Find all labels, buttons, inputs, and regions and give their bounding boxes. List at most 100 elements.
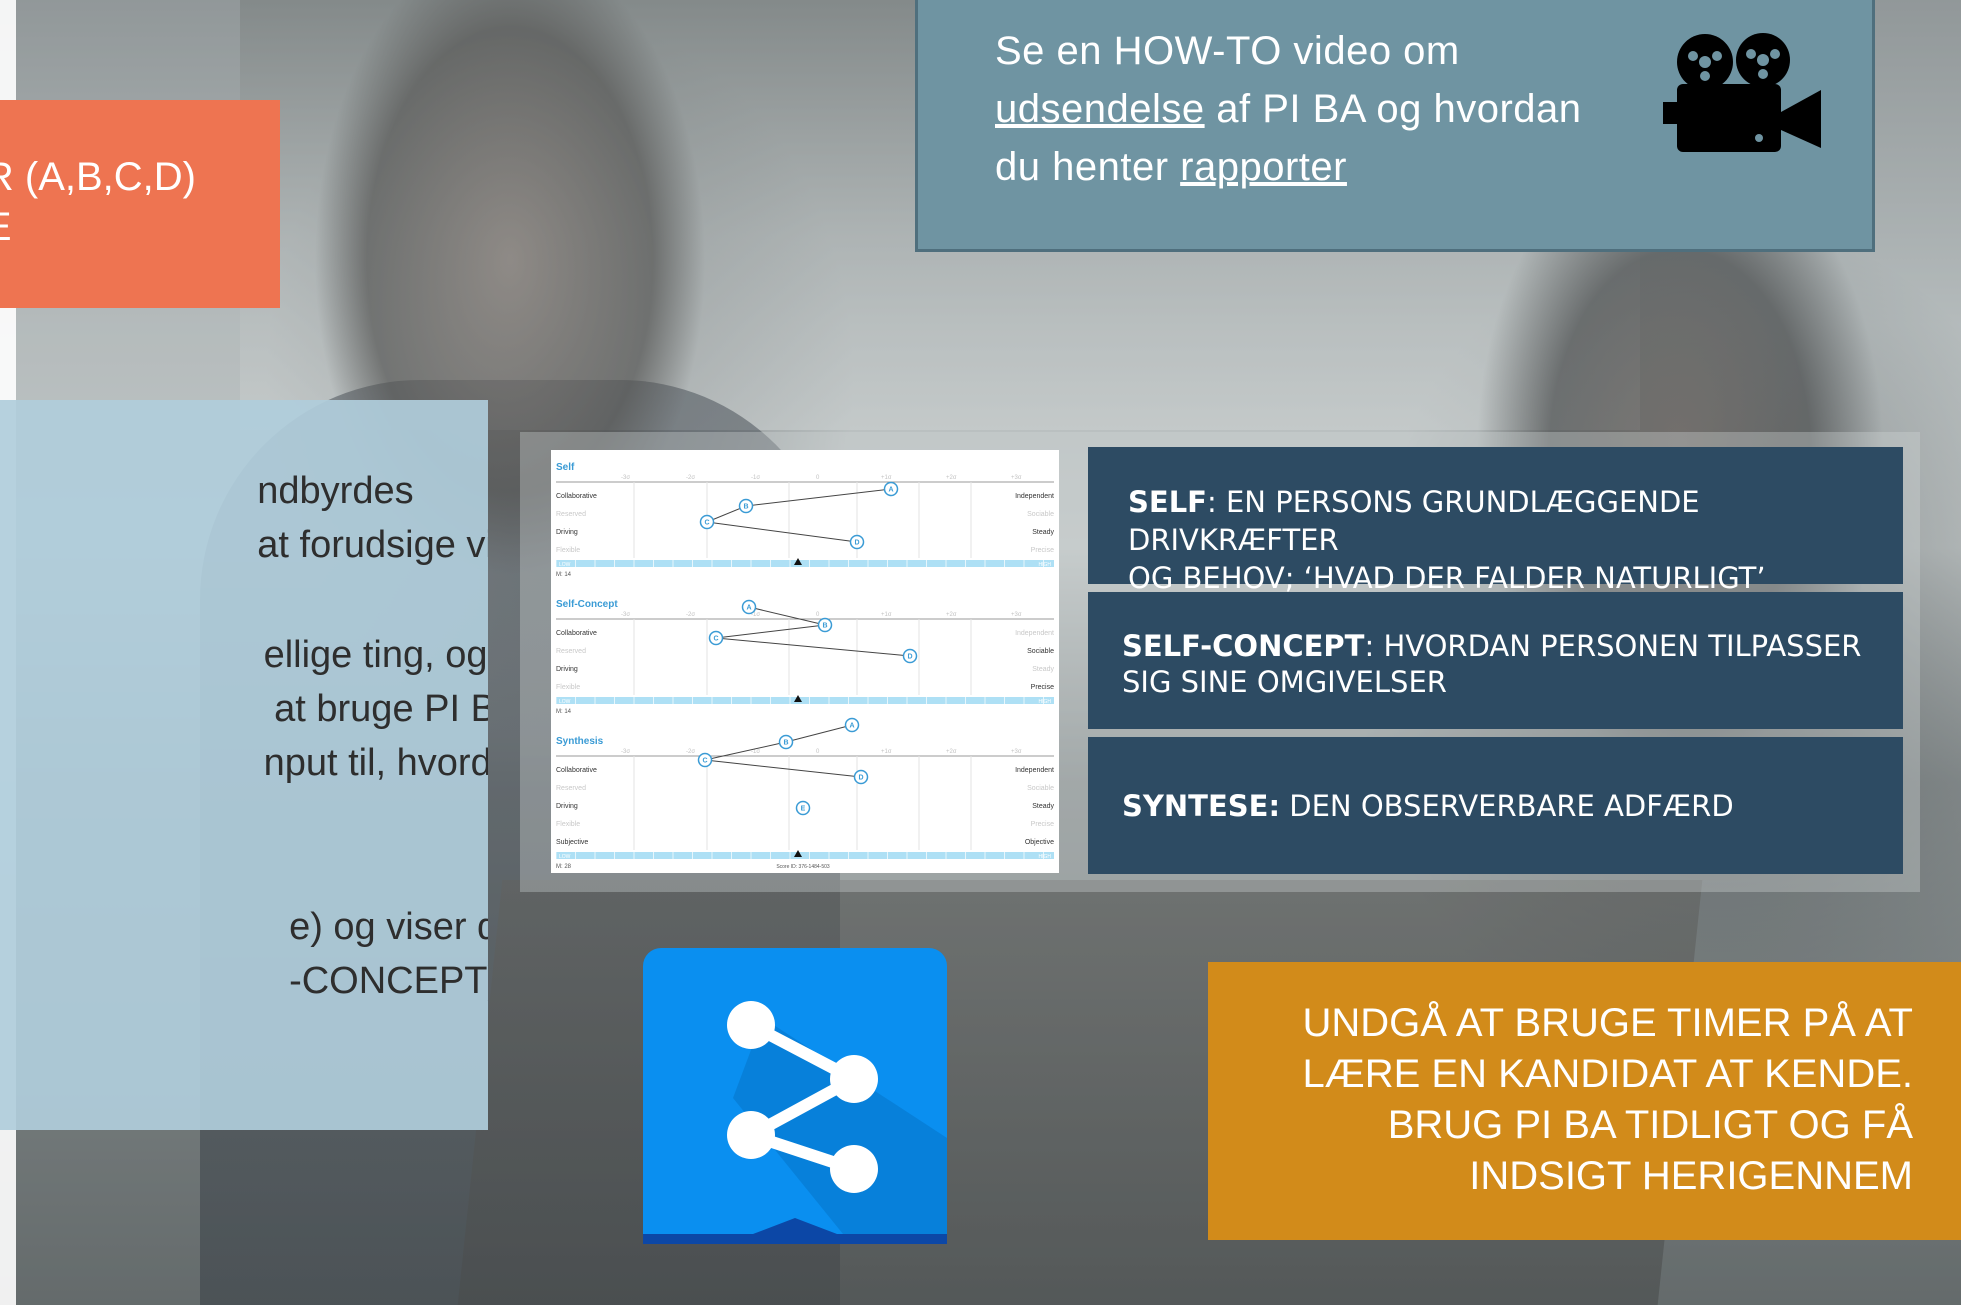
report-point-label: C: [704, 520, 709, 527]
gold-callout-line: INDSIGT HERIGENNEM: [1469, 1154, 1913, 1198]
report-left-trait: Reserved: [556, 511, 586, 518]
report-axis-tick: +1σ: [881, 612, 892, 618]
share-icon[interactable]: [643, 948, 947, 1244]
rapporter-link[interactable]: rapporter: [1180, 145, 1347, 189]
report-point-label: C: [702, 758, 707, 765]
report-point-label: B: [783, 740, 788, 747]
report-right-trait: Precise: [1031, 821, 1054, 828]
report-point-label: E: [801, 806, 806, 813]
report-connector-line: [748, 606, 826, 626]
info-line: at bruge PI BA: [274, 688, 488, 730]
report-axis-tick: -3σ: [621, 749, 630, 755]
definition-synthesis-text: SYNTESE: DEN OBSERVERBARE ADFÆRD: [1122, 789, 1734, 823]
pi-ba-report-image: Self -3σ -2σ -1σ 0 +1σ +2σ +3σ Collaborative Rese…: [551, 450, 1059, 873]
report-right-trait: Objective: [1025, 839, 1054, 846]
report-axis-tick: -3σ: [621, 612, 630, 618]
gold-callout: UNDGÅ AT BRUGE TIMER PÅ AT LÆRE EN KANDI…: [1208, 962, 1961, 1240]
info-paragraph-1: ndbyrdes at forudsige visse: [257, 464, 488, 572]
definition-self-term: SELF: [1128, 485, 1207, 519]
info-line: e) og viser den: [289, 906, 488, 948]
report-left-trait: Reserved: [556, 785, 586, 792]
report-axis-tick: 0: [816, 475, 820, 481]
video-line-3: du henter rapporter: [995, 138, 1582, 196]
report-scale-low: LOW: [559, 562, 571, 568]
report-axis-tick: +3σ: [1011, 749, 1022, 755]
definition-synthesis-desc: DEN OBSERVERBARE ADFÆRD: [1280, 789, 1734, 823]
report-axis-tick: -1σ: [751, 475, 760, 481]
report-connector-line: [715, 624, 826, 639]
report-left-trait: Driving: [556, 529, 578, 536]
report-axis-tick: +3σ: [1011, 475, 1022, 481]
report-scale-low: LOW: [559, 699, 571, 705]
report-axis-tick: -2σ: [686, 475, 695, 481]
video-line-2: udsendelse af PI BA og hvordan: [995, 80, 1582, 138]
report-right-trait: Independent: [1015, 493, 1054, 500]
report-left-trait: Flexible: [556, 821, 580, 828]
report-right-trait: Steady: [1032, 529, 1054, 536]
report-axis-tick: +1σ: [881, 475, 892, 481]
report-axis-tick: +2σ: [946, 475, 957, 481]
info-panel: ndbyrdes at forudsige visse ellige ting,…: [0, 400, 488, 1130]
definition-self-text: SELF: EN PERSONS GRUNDLÆGGENDE DRIVKRÆFT…: [1128, 483, 1903, 597]
gold-callout-text: UNDGÅ AT BRUGE TIMER PÅ AT LÆRE EN KANDI…: [1302, 998, 1913, 1202]
report-point-label: A: [746, 605, 751, 612]
report-point-label: B: [743, 504, 748, 511]
movie-camera-icon[interactable]: [1663, 30, 1823, 160]
report-axis-tick: 0: [816, 749, 820, 755]
report-left-trait: Subjective: [556, 839, 588, 846]
report-right-trait: Steady: [1032, 666, 1054, 673]
definition-self: SELF: EN PERSONS GRUNDLÆGGENDE DRIVKRÆFT…: [1088, 447, 1903, 595]
definition-concept-text: SELF-CONCEPT: HVORDAN PERSONEN TILPASSER…: [1122, 628, 1861, 700]
definition-self-line-1: SELF: EN PERSONS GRUNDLÆGGENDE DRIVKRÆFT…: [1128, 483, 1903, 559]
orange-callout-line: E: [0, 202, 196, 252]
report-axis-tick: +3σ: [1011, 612, 1022, 618]
report-scale-high: HIGH: [1039, 562, 1052, 568]
report-left-trait: Driving: [556, 803, 578, 810]
report-connector-line: [715, 637, 911, 657]
info-line: nput til, hvordan: [263, 742, 488, 784]
report-point-label: D: [854, 540, 859, 547]
report-axis-tick: -2σ: [686, 612, 695, 618]
definition-concept-desc-2: SIG SINE OMGIVELSER: [1122, 665, 1447, 699]
report-point-label: D: [907, 654, 912, 661]
info-paragraph-3: e) og viser den -CONCEPT) og: [289, 900, 488, 1008]
report-connector-line: [704, 759, 862, 778]
gold-callout-line: LÆRE EN KANDIDAT AT KENDE.: [1302, 1052, 1913, 1096]
how-to-video-text: Se en HOW-TO video om udsendelse af PI B…: [995, 22, 1582, 196]
report-scale-bar: [556, 852, 1054, 859]
report-axis-tick: -2σ: [686, 749, 695, 755]
report-point-label: C: [713, 636, 718, 643]
report-right-trait: Sociable: [1027, 648, 1054, 655]
udsendelse-link[interactable]: udsendelse: [995, 87, 1205, 131]
report-connector-line: [706, 521, 858, 543]
report-connector-line: [704, 741, 787, 761]
definition-concept-desc-1: : HVORDAN PERSONEN TILPASSER: [1364, 629, 1862, 663]
report-axis-tick: 0: [816, 612, 820, 618]
report-axis-tick: -3σ: [621, 475, 630, 481]
report-left-trait: Flexible: [556, 547, 580, 554]
report-point-label: B: [822, 623, 827, 630]
report-right-trait: Independent: [1015, 630, 1054, 637]
info-paragraph-2: ellige ting, og der at bruge PI BA nput …: [264, 628, 488, 790]
report-left-trait: Collaborative: [556, 767, 597, 774]
report-scale-high: HIGH: [1039, 699, 1052, 705]
video-line-3-start: du henter: [995, 145, 1181, 189]
report-axis-tick: +2σ: [946, 749, 957, 755]
report-left-trait: Driving: [556, 666, 578, 673]
definition-self-desc-1: : EN PERSONS GRUNDLÆGGENDE DRIVKRÆFTER: [1128, 485, 1700, 557]
report-footer-center: Score ID: 376-1484-503: [776, 864, 830, 870]
report-footer-left: M: 14: [556, 572, 572, 578]
report-footer-left: M: 28: [556, 864, 572, 870]
report-scale-low: LOW: [559, 854, 571, 860]
report-point-label: A: [849, 723, 854, 730]
report-axis-tick: +1σ: [881, 749, 892, 755]
report-section-title: Self-Concept: [556, 599, 618, 610]
report-right-trait: Precise: [1031, 547, 1054, 554]
video-line-1: Se en HOW-TO video om: [995, 29, 1460, 73]
info-line: ellige ting, og der: [263, 634, 488, 676]
definition-concept-line-1: SELF-CONCEPT: HVORDAN PERSONEN TILPASSER: [1122, 628, 1861, 664]
gold-callout-line: UNDGÅ AT BRUGE TIMER PÅ AT: [1302, 1001, 1914, 1045]
report-footer-left: M: 14: [556, 709, 572, 715]
report-connector-line: [745, 488, 892, 507]
report-right-trait: Steady: [1032, 803, 1054, 810]
